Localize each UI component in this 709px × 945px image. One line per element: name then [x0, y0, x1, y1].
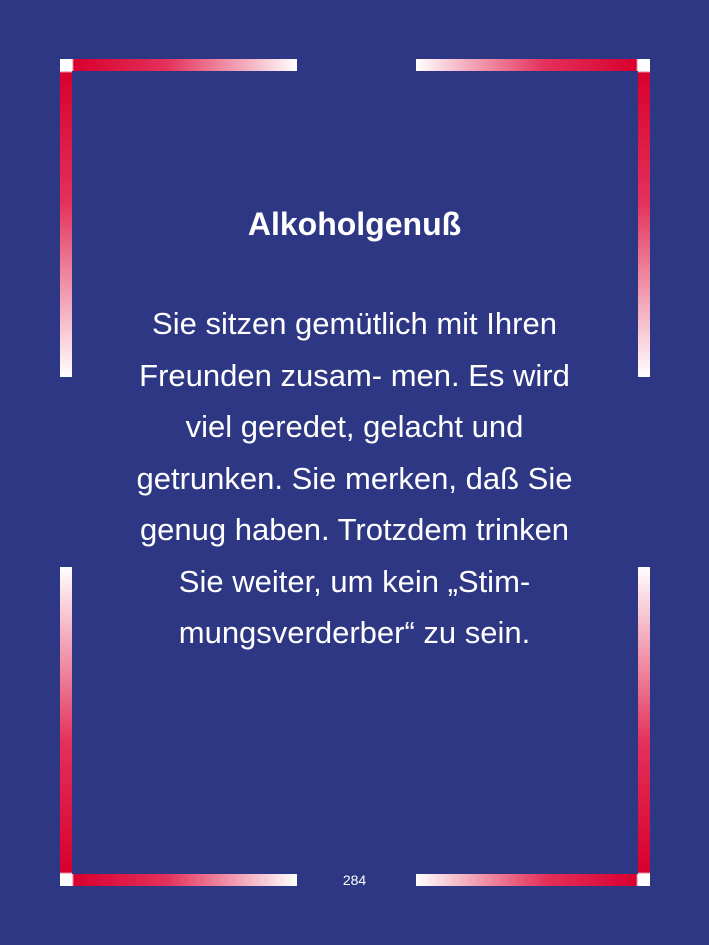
card-page: Alkoholgenuß Sie sitzen gemütlich mit Ih…: [0, 0, 709, 945]
body-line: Freunden zusam- men. Es wird: [139, 357, 570, 393]
frame-bottom-left-vertical: [60, 567, 72, 886]
page-title: Alkoholgenuß: [247, 206, 462, 242]
frame-bottom-right-vertical: [638, 567, 650, 886]
frame-top-left-horizontal: [60, 59, 297, 71]
body-line: genug haben. Trotzdem trinken: [139, 512, 570, 547]
body-line: Sie sitzen gemütlich mit Ihren: [152, 306, 557, 341]
page-number: 284: [342, 872, 367, 888]
body-line: viel geredet, gelacht und: [185, 409, 524, 444]
body-line: Sie weiter, um kein „Stim-: [178, 563, 531, 599]
body-line: getrunken. Sie merken, daß Sie: [136, 460, 573, 496]
body-line: mungsverderber“ zu sein.: [178, 615, 531, 650]
body-paragraph: Sie sitzen gemütlich mit Ihren Freunden …: [100, 298, 609, 659]
frame-top-right-horizontal: [416, 59, 650, 71]
